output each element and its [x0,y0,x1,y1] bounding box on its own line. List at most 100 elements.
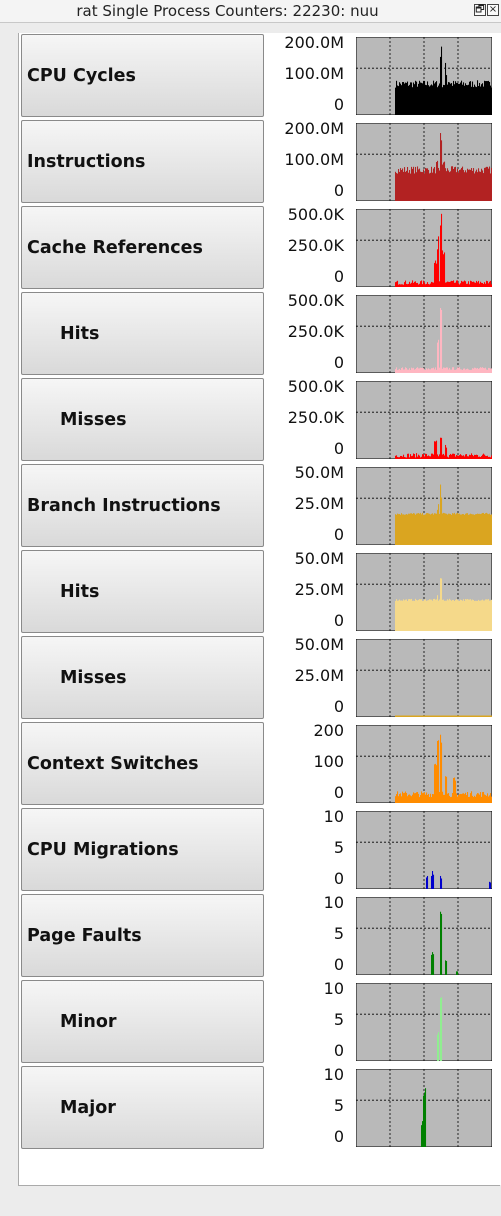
activity-bar [409,599,411,631]
activity-bar [401,85,403,115]
activity-bar [464,368,466,373]
activity-bar [420,512,422,545]
counter-button[interactable]: CPU Cycles [21,34,264,117]
sparkline-plot [356,897,492,975]
y-tick-label: 50.0M [294,463,344,482]
activity-bar [447,715,449,717]
activity-bar [486,455,488,459]
activity-bar [395,514,397,545]
activity-bar [403,793,405,803]
activity-bar [431,513,433,545]
sparkline-plot [356,467,492,545]
counter-button[interactable]: Misses [21,378,264,461]
activity-bar [415,598,417,631]
activity-bar [463,368,465,373]
activity-bar [486,280,488,287]
activity-bar [427,715,429,717]
activity-bar [474,601,476,631]
activity-bar [429,796,431,803]
activity-bar [461,455,463,459]
activity-bar [455,282,457,287]
activity-bar [469,284,471,287]
counter-button[interactable]: Page Faults [21,894,264,977]
activity-bar [453,715,455,717]
activity-bar [427,794,429,803]
activity-bar [461,514,463,545]
activity-bar [438,600,440,631]
y-tick-label: 200.0M [284,119,344,138]
counter-button[interactable]: Cache References [21,206,264,289]
y-tick-label: 5 [333,924,344,943]
activity-bar [441,309,443,373]
activity-bar [460,454,462,459]
counter-button[interactable]: Instructions [21,120,264,203]
activity-bar [425,167,427,201]
counter-button[interactable]: Hits [21,550,264,633]
activity-bar [428,793,430,803]
close-button[interactable]: × [487,4,499,16]
activity-bar [473,368,475,373]
activity-bar [445,168,447,201]
activity-bar [444,252,446,287]
y-tick-label: 200.0M [284,33,344,52]
counter-button[interactable]: Context Switches [21,722,264,805]
activity-bar [457,455,459,459]
activity-bar [477,793,479,803]
activity-bar [481,282,483,287]
activity-bar [468,796,470,803]
activity-bar [429,86,431,115]
activity-bar [398,600,400,631]
activity-bar [417,86,419,115]
activity-bar [466,85,468,115]
activity-bar [478,280,480,287]
activity-bar [400,168,402,201]
activity-bar [480,281,482,287]
counter-button[interactable]: Minor [21,980,264,1063]
activity-bar [461,794,463,803]
activity-bar [484,514,486,545]
activity-bar [397,280,399,287]
activity-bar [491,87,492,115]
counter-button[interactable]: CPU Migrations [21,808,264,891]
counter-button[interactable]: Misses [21,636,264,719]
activity-bar [430,514,432,545]
activity-bar [463,599,465,631]
activity-bar [419,283,421,287]
restore-button[interactable]: 🗗 [474,4,486,16]
activity-bar [415,80,417,115]
activity-bar [471,168,473,201]
activity-bar [397,85,399,115]
activity-bar [406,82,408,115]
activity-bar [486,512,488,545]
activity-bar [416,367,418,373]
activity-bar [443,254,445,287]
counter-button[interactable]: Hits [21,292,264,375]
activity-bar [488,715,490,717]
activity-bar [430,793,432,803]
activity-bar [470,599,472,631]
activity-bar [482,715,484,717]
activity-bar [473,456,475,459]
activity-bar [478,793,480,803]
activity-bar [396,715,398,717]
activity-bar [448,600,450,631]
activity-bar [419,368,421,373]
activity-bar [429,513,431,545]
counter-button[interactable]: Major [21,1066,264,1149]
activity-bar [449,82,451,115]
activity-bar [439,83,441,115]
activity-bar [455,81,457,115]
activity-bar [478,85,480,115]
activity-bar [461,167,463,201]
activity-bar [406,367,408,373]
sparkline-plot [356,983,492,1061]
activity-bar [400,369,402,373]
activity-bar [461,280,463,287]
activity-bar [482,283,484,287]
activity-bar [443,367,445,373]
activity-bar [446,715,448,717]
counter-button[interactable]: Branch Instructions [21,464,264,547]
activity-bar [441,715,443,717]
activity-bar [408,513,410,545]
activity-bar [489,795,491,803]
